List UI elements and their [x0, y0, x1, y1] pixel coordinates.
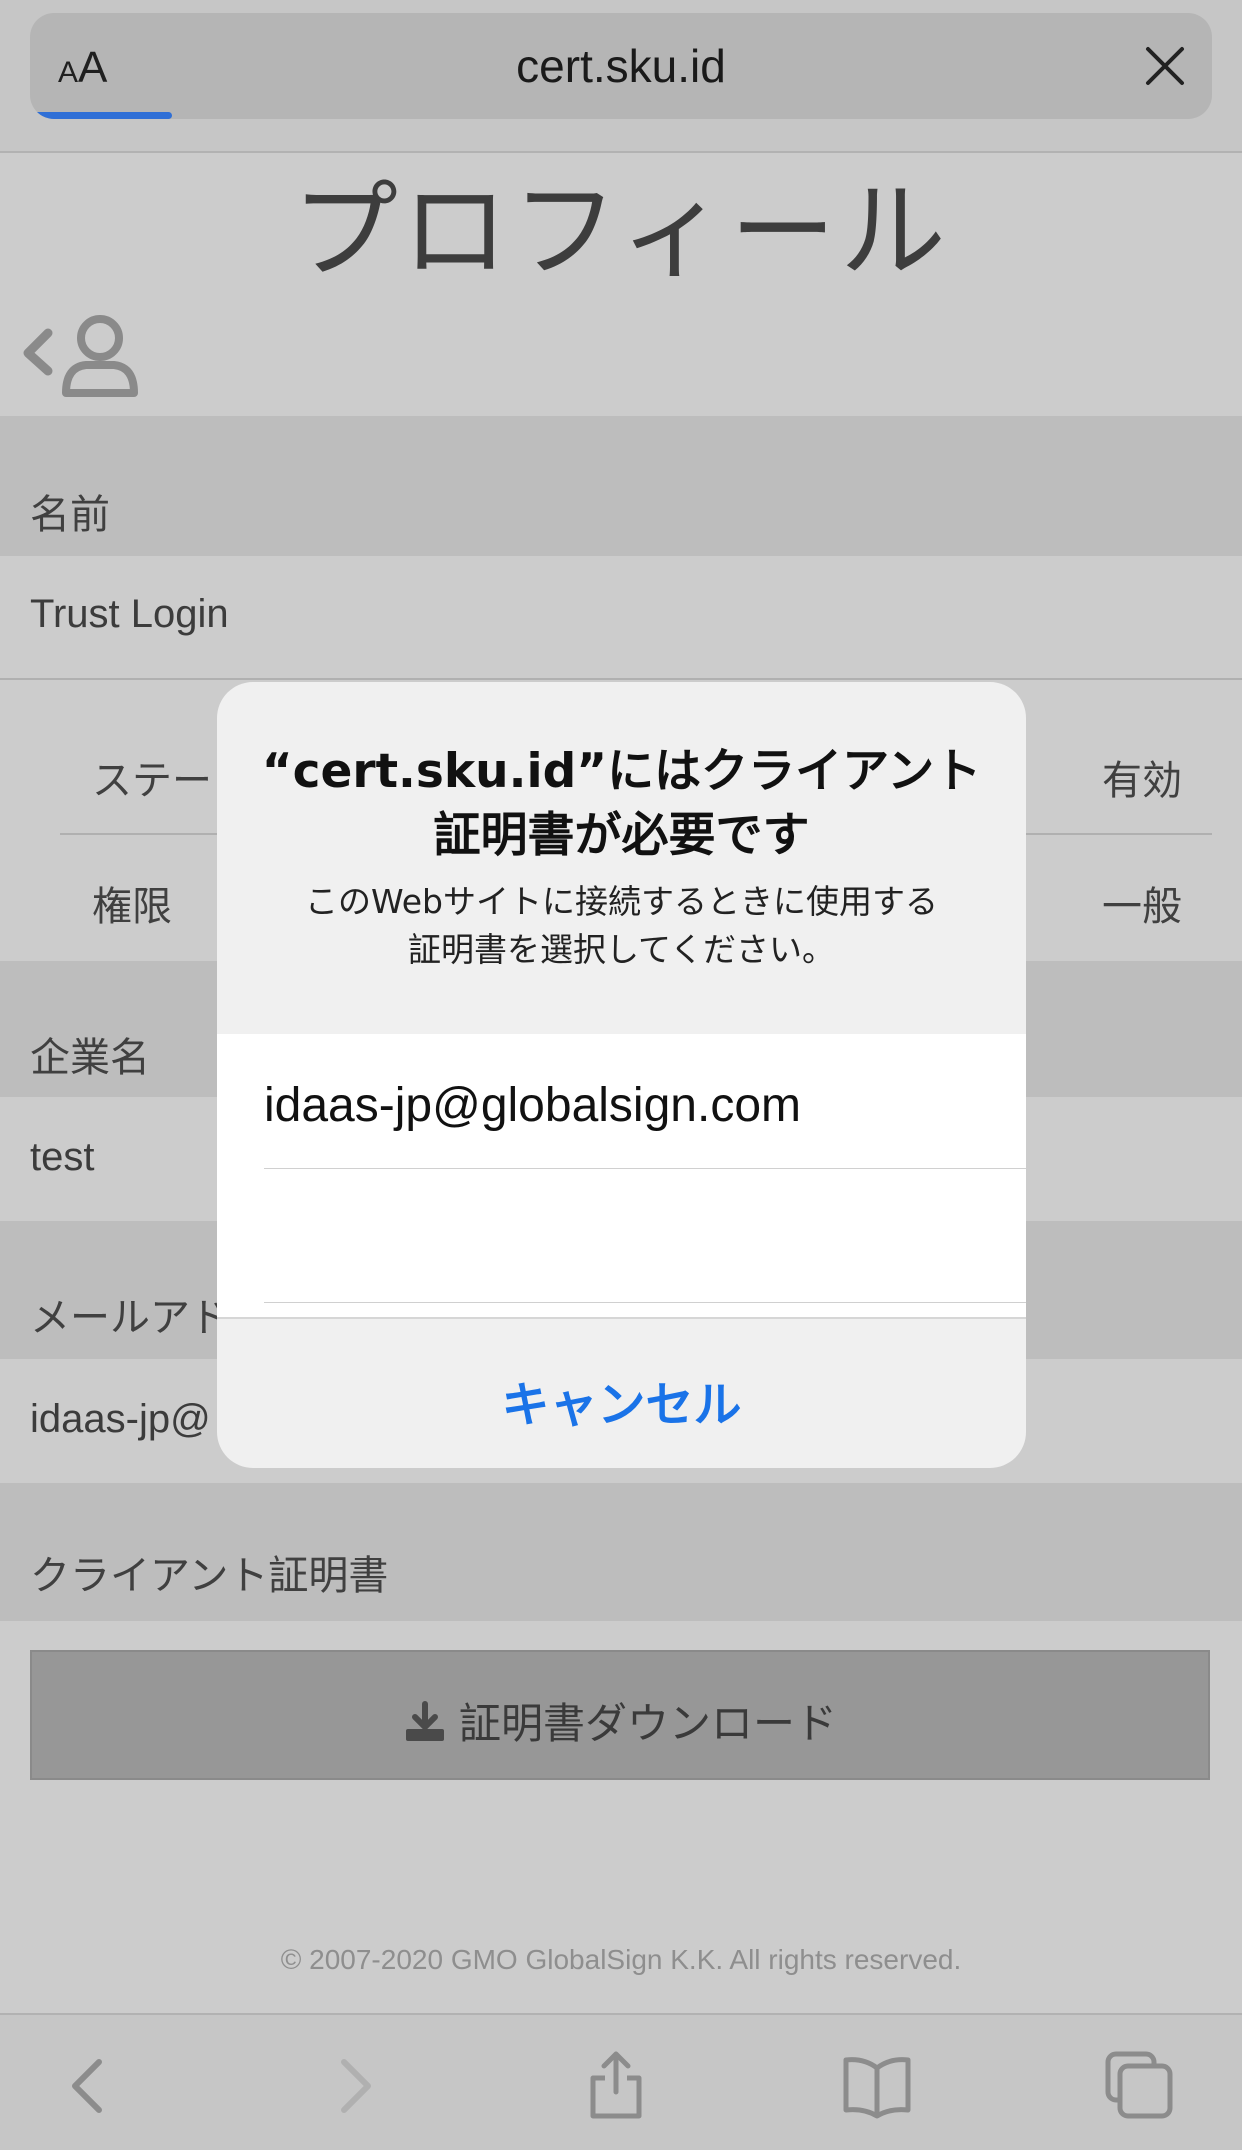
- status-label: ステー: [92, 758, 212, 804]
- dialog-message-line1: このWebサイトに接続するときに使用する: [305, 882, 938, 921]
- certificate-list: idaas-jp@globalsign.com: [217, 1034, 1026, 1317]
- email-label: メールアド: [30, 1295, 230, 1341]
- download-button-label: 証明書ダウンロード: [458, 1699, 837, 1748]
- cert-label: クライアント証明書: [30, 1553, 389, 1599]
- name-section-header: 名前: [0, 416, 1242, 556]
- company-value: test: [30, 1135, 95, 1179]
- download-icon: [405, 1701, 444, 1741]
- download-certificate-button[interactable]: 証明書ダウンロード: [30, 1650, 1210, 1780]
- dialog-title-line1: “cert.sku.id”にはクライアント: [261, 744, 982, 799]
- divider: [0, 678, 1242, 680]
- dialog-title: “cert.sku.id”にはクライアント 証明書が必要です: [247, 740, 996, 868]
- company-label: 企業名: [30, 1035, 150, 1081]
- cancel-button[interactable]: キャンセル: [217, 1319, 1026, 1468]
- forward-icon[interactable]: [318, 2050, 388, 2120]
- close-icon[interactable]: [1140, 41, 1190, 91]
- chevron-left-icon: [23, 328, 53, 376]
- url-text: cert.sku.id: [516, 40, 726, 92]
- name-label: 名前: [30, 492, 110, 538]
- page-load-progress: [30, 112, 172, 119]
- dialog-message-line2: 証明書を選択してください。: [407, 930, 836, 969]
- browser-address-bar: AA cert.sku.id: [0, 0, 1242, 153]
- share-icon[interactable]: [581, 2050, 651, 2120]
- browser-toolbar: [0, 2013, 1242, 2150]
- copyright-footer: © 2007-2020 GMO GlobalSign K.K. All righ…: [280, 1944, 962, 1975]
- bookmarks-icon[interactable]: [842, 2050, 912, 2120]
- role-label: 権限: [92, 884, 172, 930]
- back-icon[interactable]: [55, 2050, 125, 2120]
- name-value-row: Trust Login: [0, 556, 1242, 678]
- role-value: 一般: [1102, 884, 1182, 930]
- name-value: Trust Login: [30, 592, 229, 636]
- client-certificate-dialog: “cert.sku.id”にはクライアント 証明書が必要です このWebサイトに…: [217, 682, 1026, 1468]
- user-icon: [62, 315, 138, 397]
- page-title: プロフィール: [292, 170, 950, 293]
- dialog-title-line2: 証明書が必要です: [433, 808, 810, 863]
- email-value: idaas-jp@: [30, 1397, 211, 1441]
- status-value: 有効: [1102, 758, 1182, 804]
- certificate-empty-row: [264, 1168, 1026, 1303]
- certificate-option[interactable]: idaas-jp@globalsign.com: [264, 1034, 1026, 1169]
- cancel-button-label: キャンセル: [501, 1377, 742, 1433]
- back-to-user-button[interactable]: [14, 305, 144, 400]
- cert-section-header: クライアント証明書: [0, 1483, 1242, 1621]
- tabs-icon[interactable]: [1104, 2050, 1174, 2120]
- url-field[interactable]: AA cert.sku.id: [30, 13, 1212, 119]
- dialog-message: このWebサイトに接続するときに使用する 証明書を選択してください。: [257, 878, 986, 974]
- certificate-option-label: idaas-jp@globalsign.com: [264, 1079, 801, 1132]
